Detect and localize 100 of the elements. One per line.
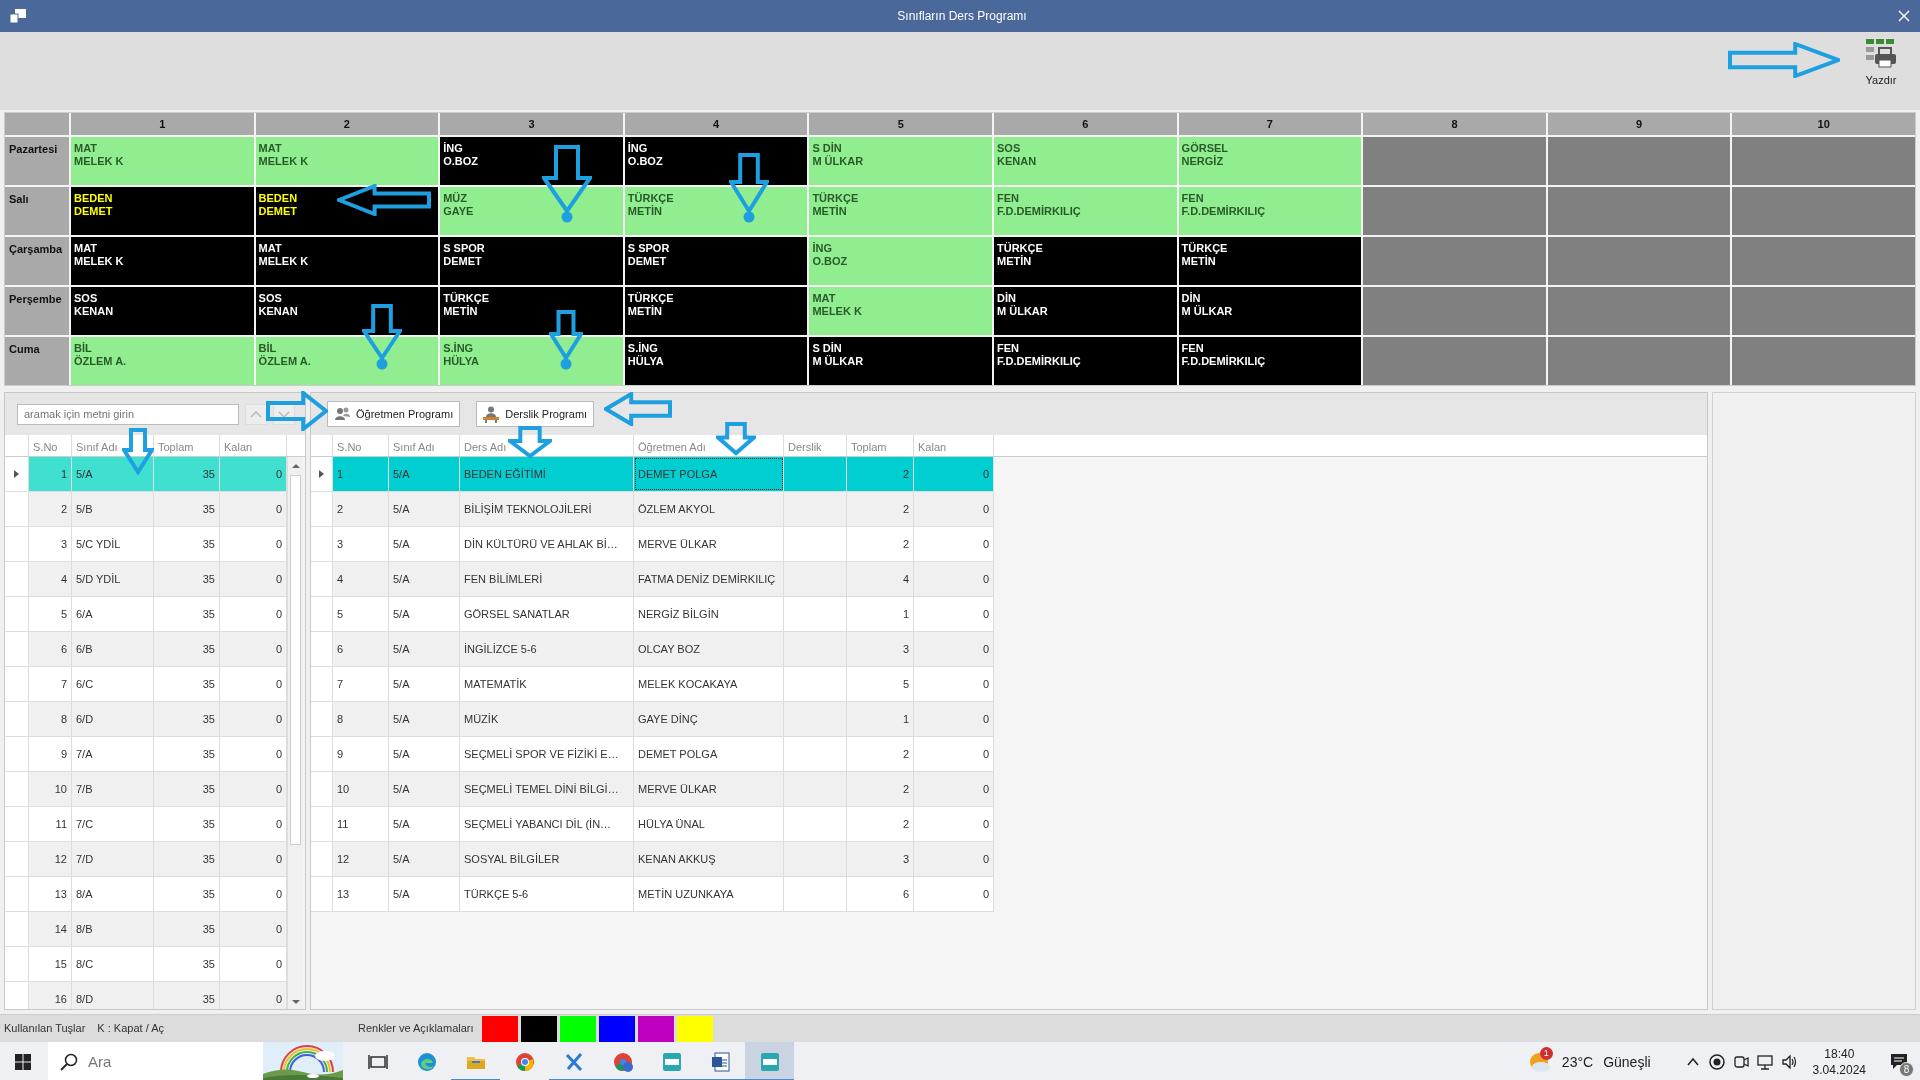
- timetable-cell[interactable]: FEN F.D.DEMİRKILIÇ: [1178, 337, 1362, 385]
- table-row[interactable]: 6 5/A İNGİLİZCE 5-6 OLCAY BOZ 3 0: [311, 632, 994, 667]
- table-row[interactable]: 1 5/A BEDEN EĞİTİMİ DEMET POLGA 2 0: [311, 457, 994, 492]
- previous-button[interactable]: [245, 403, 267, 425]
- timetable-cell[interactable]: [1363, 287, 1546, 335]
- timetable-cell[interactable]: MAT MELEK K: [255, 237, 439, 285]
- timetable-cell[interactable]: İNG O.BOZ: [624, 137, 808, 185]
- timetable-cell[interactable]: TÜRKÇE METİN: [809, 187, 992, 235]
- timetable-cell[interactable]: TÜRKÇE METİN: [994, 237, 1177, 285]
- table-row[interactable]: 2 5/A BİLİŞİM TEKNOLOJİLERİ ÖZLEM AKYOL 2 0: [311, 492, 994, 527]
- table-row[interactable]: 12 5/A SOSYAL BİLGİLER KENAN AKKUŞ 3 0: [311, 842, 994, 877]
- timetable-cell[interactable]: S SPOR DEMET: [440, 237, 623, 285]
- print-button[interactable]: Yazdır: [1864, 38, 1898, 89]
- timetable-cell[interactable]: [1732, 187, 1915, 235]
- table-row[interactable]: 8 6/D 35 0: [5, 702, 287, 737]
- table-row[interactable]: 2 5/B 35 0: [5, 492, 287, 527]
- clock[interactable]: 18:40 3.04.2024: [1812, 1046, 1866, 1078]
- timetable-cell[interactable]: İNG O.BOZ: [440, 137, 623, 185]
- table-cell: 0: [220, 702, 287, 736]
- timetable-cell[interactable]: S.İNG HÜLYA: [624, 337, 808, 385]
- table-row[interactable]: 1 5/A 35 0: [5, 457, 287, 492]
- timetable-cell[interactable]: [1547, 237, 1731, 285]
- table-row[interactable]: 4 5/D YDİL 35 0: [5, 562, 287, 597]
- timetable-cell[interactable]: MAT MELEK K: [71, 237, 254, 285]
- table-row[interactable]: 13 8/A 35 0: [5, 877, 287, 912]
- table-cell: 0: [914, 737, 994, 771]
- teacher-schedule-button[interactable]: Öğretmen Programı: [327, 401, 461, 427]
- timetable-cell[interactable]: SOS KENAN: [255, 287, 439, 335]
- classroom-schedule-button[interactable]: Derslik Programı: [476, 401, 595, 427]
- timetable-cell[interactable]: BEDEN DEMET: [71, 187, 254, 235]
- table-row[interactable]: 13 5/A TÜRKÇE 5-6 METİN UZUNKAYA 6 0: [311, 877, 994, 912]
- taskbar-app[interactable]: [745, 1042, 794, 1080]
- timetable-cell[interactable]: [1547, 187, 1731, 235]
- timetable-cell[interactable]: MAT MELEK K: [809, 287, 992, 335]
- timetable-cell[interactable]: FEN F.D.DEMİRKILIÇ: [994, 187, 1177, 235]
- timetable-cell[interactable]: [1547, 137, 1731, 185]
- table-row[interactable]: 14 8/B 35 0: [5, 912, 287, 947]
- taskbar-search-field[interactable]: Ara: [48, 1042, 343, 1080]
- timetable-cell[interactable]: TÜRKÇE METİN: [624, 187, 808, 235]
- table-cell: 2: [847, 527, 914, 561]
- timetable-cell[interactable]: [1732, 237, 1915, 285]
- timetable-cell[interactable]: [1547, 287, 1731, 335]
- timetable-cell[interactable]: [1732, 137, 1915, 185]
- timetable-cell[interactable]: SOS KENAN: [71, 287, 254, 335]
- lesson-label: İNG: [627, 142, 648, 155]
- search-field[interactable]: aramak için metni girin: [17, 403, 239, 425]
- table-row[interactable]: 6 6/B 35 0: [5, 632, 287, 667]
- timetable-cell[interactable]: MÜZ GAYE: [440, 187, 623, 235]
- timetable-cell[interactable]: S SPOR DEMET: [624, 237, 808, 285]
- timetable-cell[interactable]: [1547, 337, 1731, 385]
- table-row[interactable]: 12 7/D 35 0: [5, 842, 287, 877]
- table-row[interactable]: 7 6/C 35 0: [5, 667, 287, 702]
- table-cell: 0: [220, 457, 287, 491]
- timetable-cell[interactable]: S DİN M ÜLKAR: [809, 337, 992, 385]
- timetable-cell[interactable]: DİN M ÜLKAR: [994, 287, 1177, 335]
- speaker-icon: [1780, 1053, 1797, 1071]
- table-row[interactable]: 15 8/C 35 0: [5, 947, 287, 982]
- search-input[interactable]: Ara: [78, 1049, 228, 1075]
- timetable-cell[interactable]: [1363, 237, 1546, 285]
- timetable-cell[interactable]: TÜRKÇE METİN: [1178, 237, 1362, 285]
- timetable-cell[interactable]: [1732, 287, 1915, 335]
- notifications-button[interactable]: 8: [1880, 1042, 1920, 1080]
- table-row[interactable]: 3 5/C YDİL 35 0: [5, 527, 287, 562]
- timetable-cell[interactable]: TÜRKÇE METİN: [624, 287, 808, 335]
- table-row[interactable]: 10 7/B 35 0: [5, 772, 287, 807]
- table-row[interactable]: 10 5/A SEÇMELİ TEMEL DİNİ BİLGİ… MERVE ÜLKAR 2 0: [311, 772, 994, 807]
- table-row[interactable]: 4 5/A FEN BİLİMLERİ FATMA DENİZ DEMİRKILIÇ 4 0: [311, 562, 994, 597]
- table-row[interactable]: 9 7/A 35 0: [5, 737, 287, 772]
- table-cell: 7/D: [72, 842, 154, 876]
- timetable-cell[interactable]: MAT MELEK K: [255, 137, 439, 185]
- timetable-cell[interactable]: S DİN M ÜLKAR: [809, 137, 992, 185]
- table-row[interactable]: 11 5/A SEÇMELİ YABANCI DİL (İN… HÜLYA ÜNAL 2 0: [311, 807, 994, 842]
- table-row[interactable]: 9 5/A SEÇMELİ SPOR VE FİZİKİ E… DEMET POLGA 2 0: [311, 737, 994, 772]
- table-row[interactable]: 3 5/A DİN KÜLTÜRÜ VE AHLAK Bİ… MERVE ÜLKAR 2 0: [311, 527, 994, 562]
- timetable-cell[interactable]: FEN F.D.DEMİRKILIÇ: [994, 337, 1177, 385]
- close-button[interactable]: [1898, 10, 1910, 22]
- timetable-cell[interactable]: FEN F.D.DEMİRKILIÇ: [1178, 187, 1362, 235]
- scrollbar[interactable]: [287, 457, 303, 1009]
- table-row[interactable]: 5 6/A 35 0: [5, 597, 287, 632]
- timetable-cell[interactable]: İNG O.BOZ: [809, 237, 992, 285]
- timetable-cell[interactable]: GÖRSEL NERGİZ: [1178, 137, 1362, 185]
- table-row[interactable]: 7 5/A MATEMATİK MELEK KOCAKAYA 5 0: [311, 667, 994, 702]
- lesson-label: SOS: [258, 292, 282, 305]
- timetable-cell[interactable]: BİL ÖZLEM A.: [71, 337, 254, 385]
- timetable-cell[interactable]: [1363, 187, 1546, 235]
- timetable-cell[interactable]: BEDEN DEMET: [255, 187, 439, 235]
- timetable-cell[interactable]: TÜRKÇE METİN: [440, 287, 623, 335]
- table-row[interactable]: 5 5/A GÖRSEL SANATLAR NERGİZ BİLGİN 1 0: [311, 597, 994, 632]
- timetable-cell[interactable]: SOS KENAN: [994, 137, 1177, 185]
- timetable-cell[interactable]: [1732, 337, 1915, 385]
- table-cell: MÜZİK: [460, 702, 634, 736]
- timetable-cell[interactable]: [1363, 337, 1546, 385]
- timetable-cell[interactable]: [1363, 137, 1546, 185]
- timetable-cell[interactable]: S.İNG HÜLYA: [440, 337, 623, 385]
- timetable-cell[interactable]: DİN M ÜLKAR: [1178, 287, 1362, 335]
- timetable-cell[interactable]: MAT MELEK K: [71, 137, 254, 185]
- table-row[interactable]: 11 7/C 35 0: [5, 807, 287, 842]
- column-header: Öğretmen Adı: [634, 435, 784, 456]
- table-row[interactable]: 8 5/A MÜZİK GAYE DİNÇ 1 0: [311, 702, 994, 737]
- timetable-cell[interactable]: BİL ÖZLEM A.: [255, 337, 439, 385]
